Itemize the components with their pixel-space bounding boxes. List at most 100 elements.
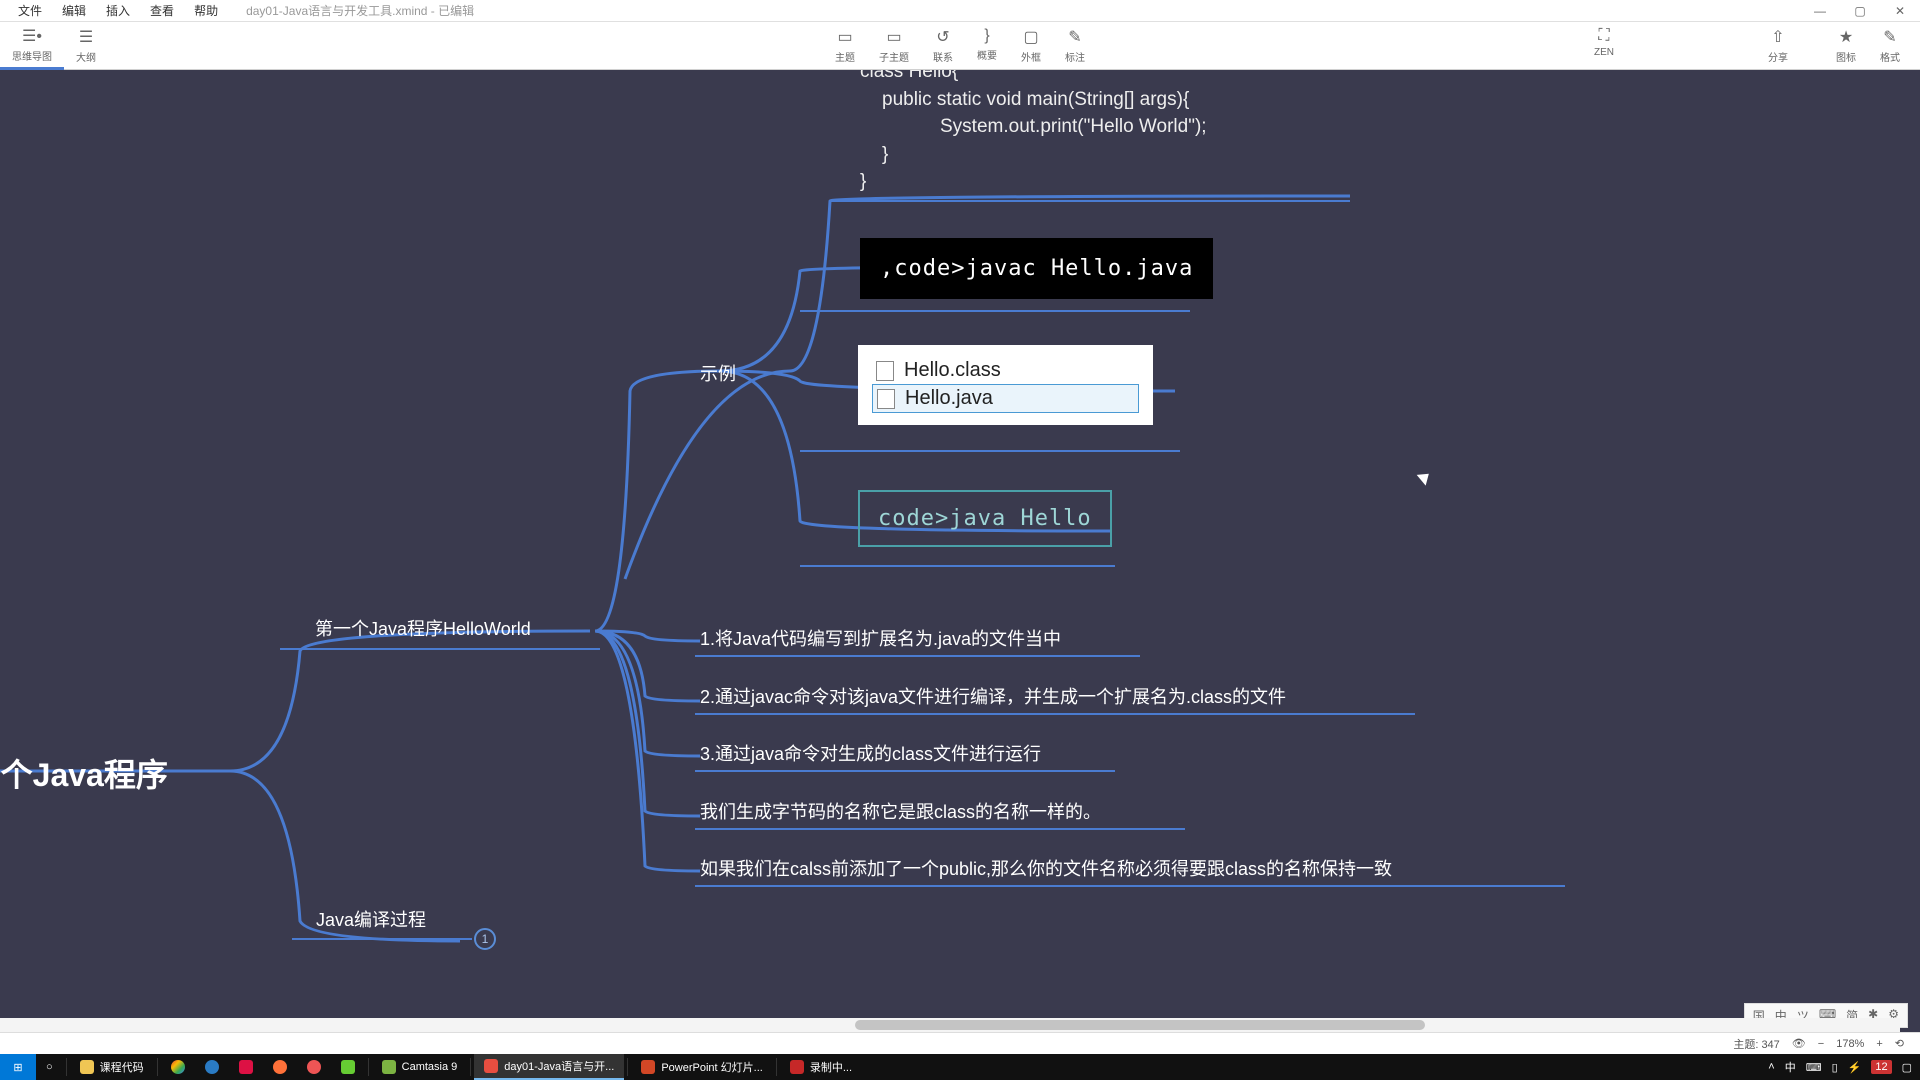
subtopic-icon: ▭ — [886, 27, 901, 47]
topic-count: 主题: 347 — [1733, 1036, 1779, 1052]
menu-insert[interactable]: 插入 — [96, 2, 140, 19]
app-icon-3[interactable] — [297, 1054, 331, 1080]
connectors — [0, 70, 1920, 1032]
tool-summary[interactable]: } 概要 — [965, 23, 1009, 68]
file-row-class: Hello.class — [872, 357, 1139, 384]
chrome-icon[interactable] — [161, 1054, 195, 1080]
s5-underline — [695, 885, 1565, 887]
first-underline — [280, 648, 600, 650]
app3-icon — [307, 1060, 321, 1074]
files-underline — [800, 450, 1180, 452]
fit-icon[interactable]: ⟲ — [1895, 1037, 1904, 1050]
tool-relation-label: 联系 — [933, 49, 953, 64]
step-3[interactable]: 3.通过java命令对生成的class文件进行运行 — [700, 740, 1041, 766]
tray-ime-icon[interactable]: 中 — [1785, 1059, 1796, 1075]
rec-label: 录制中... — [810, 1059, 852, 1075]
ppt-label: PowerPoint 幻灯片... — [661, 1059, 762, 1075]
format-panel[interactable]: ✎格式 — [1868, 23, 1912, 68]
icons-panel[interactable]: ★图标 — [1824, 23, 1868, 68]
system-tray: ˄ 中 ⌨ ▯ ⚡ 12 ▢ — [1768, 1059, 1920, 1075]
firefox-icon[interactable] — [263, 1054, 297, 1080]
tool-topic[interactable]: ▭主题 — [823, 23, 867, 68]
tray-chevron-icon[interactable]: ˄ — [1768, 1061, 1774, 1073]
code-line-4: } — [860, 141, 1207, 169]
maximize-button[interactable]: ▢ — [1840, 4, 1880, 18]
step-1[interactable]: 1.将Java代码编写到扩展名为.java的文件当中 — [700, 625, 1061, 651]
tray-notification-badge[interactable]: 12 — [1871, 1060, 1891, 1074]
node-compile[interactable]: Java编译过程 — [316, 906, 426, 932]
step-2[interactable]: 2.通过javac命令对该java文件进行编译，并生成一个扩展名为.class的… — [700, 683, 1286, 709]
taskbar-recording[interactable]: 录制中... — [780, 1054, 862, 1080]
node-first-program[interactable]: 第一个Java程序HelloWorld — [315, 615, 531, 641]
tray-battery-icon[interactable]: ▯ — [1832, 1061, 1838, 1074]
summary-icon: } — [984, 27, 989, 45]
s3-underline — [695, 770, 1115, 772]
node-example[interactable]: 示例 — [700, 360, 736, 386]
zoom-out[interactable]: − — [1818, 1038, 1824, 1050]
tool-callout-label: 标注 — [1065, 49, 1085, 64]
firefox-app-icon — [273, 1060, 287, 1074]
collapse-badge[interactable]: 1 — [474, 928, 496, 950]
app-icon-4[interactable] — [331, 1054, 365, 1080]
document-title: day01-Java语言与开发工具.xmind - 已编辑 — [236, 2, 484, 19]
mindmap-canvas[interactable]: class Hello{ public static void main(Str… — [0, 70, 1920, 1032]
minimize-button[interactable]: — — [1800, 4, 1840, 18]
s4-underline — [695, 828, 1185, 830]
code-line-1: class Hello{ — [860, 70, 1207, 86]
menu-help[interactable]: 帮助 — [184, 2, 228, 19]
app2-icon — [239, 1060, 253, 1074]
status-bar: 主题: 347 👁 − 178% + ⟲ — [0, 1032, 1920, 1054]
taskbar-powerpoint[interactable]: PowerPoint 幻灯片... — [631, 1054, 772, 1080]
code-line-2: public static void main(String[] args){ — [860, 86, 1207, 114]
note-2[interactable]: 如果我们在calss前添加了一个public,那么你的文件名称必须得要跟clas… — [700, 855, 1392, 881]
ppt-icon — [641, 1060, 655, 1074]
file-java-label: Hello.java — [905, 387, 993, 410]
tray-network-icon[interactable]: ⚡ — [1848, 1061, 1862, 1074]
tray-keyboard-icon[interactable]: ⌨ — [1806, 1061, 1822, 1074]
taskbar-folder[interactable]: 课程代码 — [70, 1054, 154, 1080]
menu-view[interactable]: 查看 — [140, 2, 184, 19]
tool-summary-label: 概要 — [977, 47, 997, 62]
javac-underline — [800, 310, 1190, 312]
folder-icon — [80, 1060, 94, 1074]
boundary-icon: ▢ — [1023, 27, 1038, 47]
zen-mode[interactable]: ⛶ZEN — [1582, 23, 1626, 68]
tool-boundary[interactable]: ▢外框 — [1009, 23, 1053, 68]
view-mindmap[interactable]: ☰• 思维导图 — [0, 22, 64, 70]
root-node[interactable]: ·个Java程序 — [0, 750, 168, 796]
zoom-in[interactable]: + — [1876, 1038, 1882, 1050]
tool-relation[interactable]: ↺联系 — [921, 23, 965, 68]
close-button[interactable]: ✕ — [1880, 4, 1920, 18]
share-icon: ⇧ — [1771, 27, 1784, 47]
file-icon — [877, 389, 895, 409]
start-button[interactable]: ⊞ — [0, 1054, 36, 1080]
taskbar-camtasia[interactable]: Camtasia 9 — [372, 1054, 468, 1080]
code-line-3: System.out.print("Hello World"); — [860, 113, 1207, 141]
xmind-label: day01-Java语言与开... — [504, 1058, 614, 1074]
zoom-level: 178% — [1836, 1038, 1864, 1050]
menu-file[interactable]: 文件 — [8, 2, 52, 19]
scrollbar-thumb[interactable] — [855, 1020, 1425, 1030]
tool-subtopic[interactable]: ▭子主题 — [867, 23, 921, 68]
callout-icon: ✎ — [1068, 27, 1081, 47]
note-1[interactable]: 我们生成字节码的名称它是跟class的名称一样的。 — [700, 798, 1101, 824]
compile-underline — [292, 938, 472, 940]
cortana-button[interactable]: ○ — [36, 1054, 63, 1080]
camtasia-label: Camtasia 9 — [402, 1061, 458, 1073]
share-button[interactable]: ⇧分享 — [1756, 23, 1800, 68]
windows-taskbar: ⊞ ○ 课程代码 Camtasia 9 day01-Java语言与开... Po… — [0, 1054, 1920, 1080]
taskbar-folder-label: 课程代码 — [100, 1059, 144, 1075]
view-outline[interactable]: ☰ 大纲 — [64, 23, 108, 68]
horizontal-scrollbar[interactable] — [0, 1018, 1900, 1032]
tool-callout[interactable]: ✎ 标注 — [1053, 23, 1097, 68]
menu-edit[interactable]: 编辑 — [52, 2, 96, 19]
tray-action-center-icon[interactable]: ▢ — [1902, 1061, 1912, 1074]
taskbar-xmind[interactable]: day01-Java语言与开... — [474, 1054, 624, 1080]
app-icon-1[interactable] — [195, 1054, 229, 1080]
visibility-icon[interactable]: 👁 — [1792, 1037, 1806, 1050]
app-icon-2[interactable] — [229, 1054, 263, 1080]
brush-icon: ✎ — [1883, 27, 1896, 47]
view-mindmap-label: 思维导图 — [12, 48, 52, 63]
icons-label: 图标 — [1836, 49, 1856, 64]
toolbar: ☰• 思维导图 ☰ 大纲 ▭主题 ▭子主题 ↺联系 } 概要 ▢外框 ✎ 标注 ⛶Z… — [0, 22, 1920, 70]
